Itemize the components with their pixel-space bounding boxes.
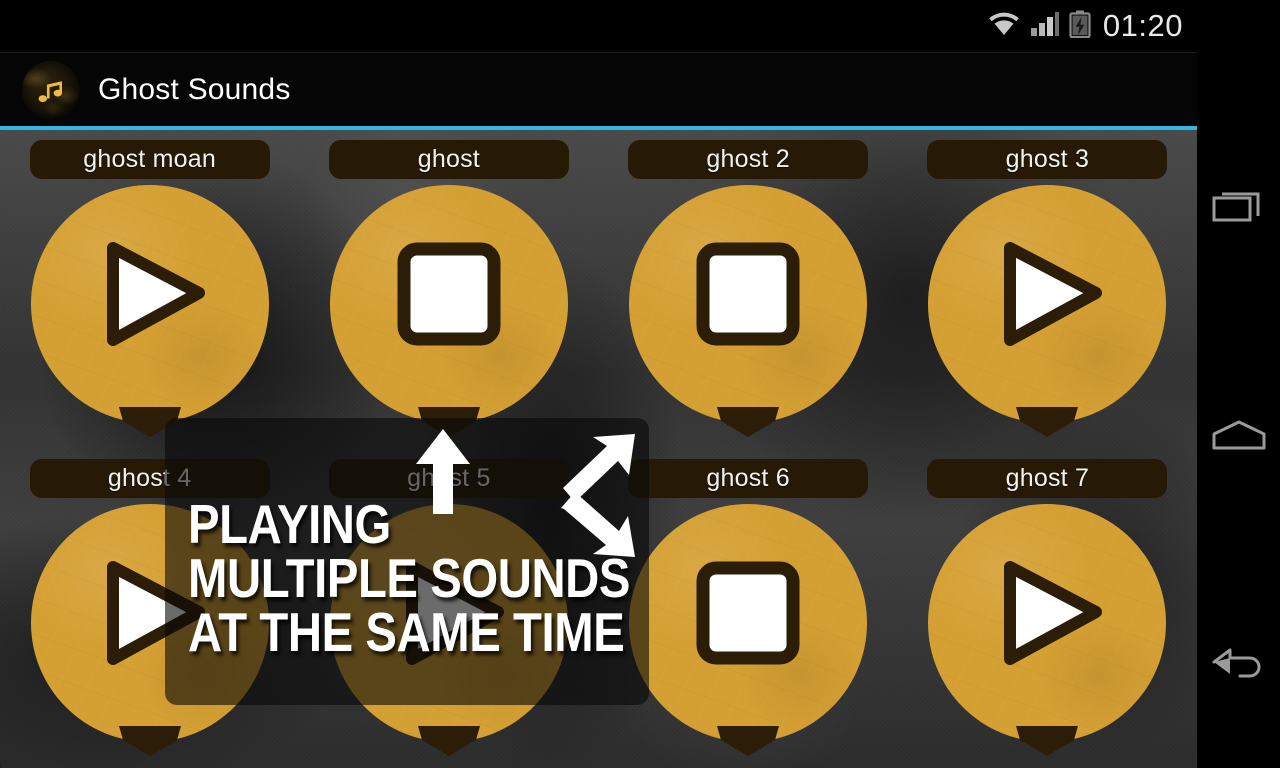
sound-cell: ghost moan xyxy=(0,130,299,449)
sound-label: ghost moan xyxy=(29,140,270,179)
overlay-line-1: PLAYING xyxy=(188,493,391,555)
overlay-line-2: MULTIPLE SOUNDS xyxy=(188,546,631,609)
arrow-up-right-icon xyxy=(563,434,635,502)
sound-board: ghost moan ghost ghost 2 ghost 3 ghost 4… xyxy=(0,130,1197,768)
sound-cell: ghost 7 xyxy=(898,449,1197,768)
tutorial-overlay-text: PLAYING MULTIPLE SOUNDS AT THE SAME TIME xyxy=(188,493,631,663)
navigation-bar xyxy=(1197,0,1280,768)
sound-label: ghost 7 xyxy=(927,459,1168,498)
sound-cell: ghost xyxy=(299,130,598,449)
status-bar-clock: 01:20 xyxy=(1102,8,1183,43)
android-screen: 01:20 Ghost Sounds ghost moan ghost ghos… xyxy=(0,0,1280,768)
sound-cell: ghost 2 xyxy=(599,130,898,449)
play-icon xyxy=(988,236,1106,357)
action-bar: Ghost Sounds xyxy=(0,52,1197,126)
sound-button-ghost-6[interactable] xyxy=(629,504,868,756)
sound-button-ghost-3[interactable] xyxy=(928,185,1167,437)
status-bar: 01:20 xyxy=(0,0,1197,52)
sound-label: ghost 3 xyxy=(927,140,1168,179)
sound-label: ghost 6 xyxy=(628,459,869,498)
sound-button-ghost-moan[interactable] xyxy=(30,185,269,437)
status-icons xyxy=(987,10,1091,43)
stop-icon xyxy=(695,560,801,671)
play-icon xyxy=(91,236,209,357)
overlay-line-3: AT THE SAME TIME xyxy=(188,600,625,663)
home-icon[interactable] xyxy=(1197,340,1280,530)
stop-icon xyxy=(695,241,801,352)
back-icon[interactable] xyxy=(1197,570,1280,760)
recents-icon[interactable] xyxy=(1197,110,1280,300)
battery-charging-icon xyxy=(1069,10,1091,43)
sound-cell: ghost 3 xyxy=(898,130,1197,449)
sound-label: ghost xyxy=(328,140,569,179)
cellular-signal-icon xyxy=(1030,11,1060,42)
sound-button-ghost[interactable] xyxy=(329,185,568,437)
wifi-icon xyxy=(987,11,1021,42)
sound-label: ghost 2 xyxy=(628,140,869,179)
page-title: Ghost Sounds xyxy=(98,72,291,106)
sound-button-ghost-2[interactable] xyxy=(629,185,868,437)
music-note-icon xyxy=(22,60,80,119)
sound-button-ghost-7[interactable] xyxy=(928,504,1167,756)
play-icon xyxy=(988,555,1106,676)
stop-icon xyxy=(396,241,502,352)
